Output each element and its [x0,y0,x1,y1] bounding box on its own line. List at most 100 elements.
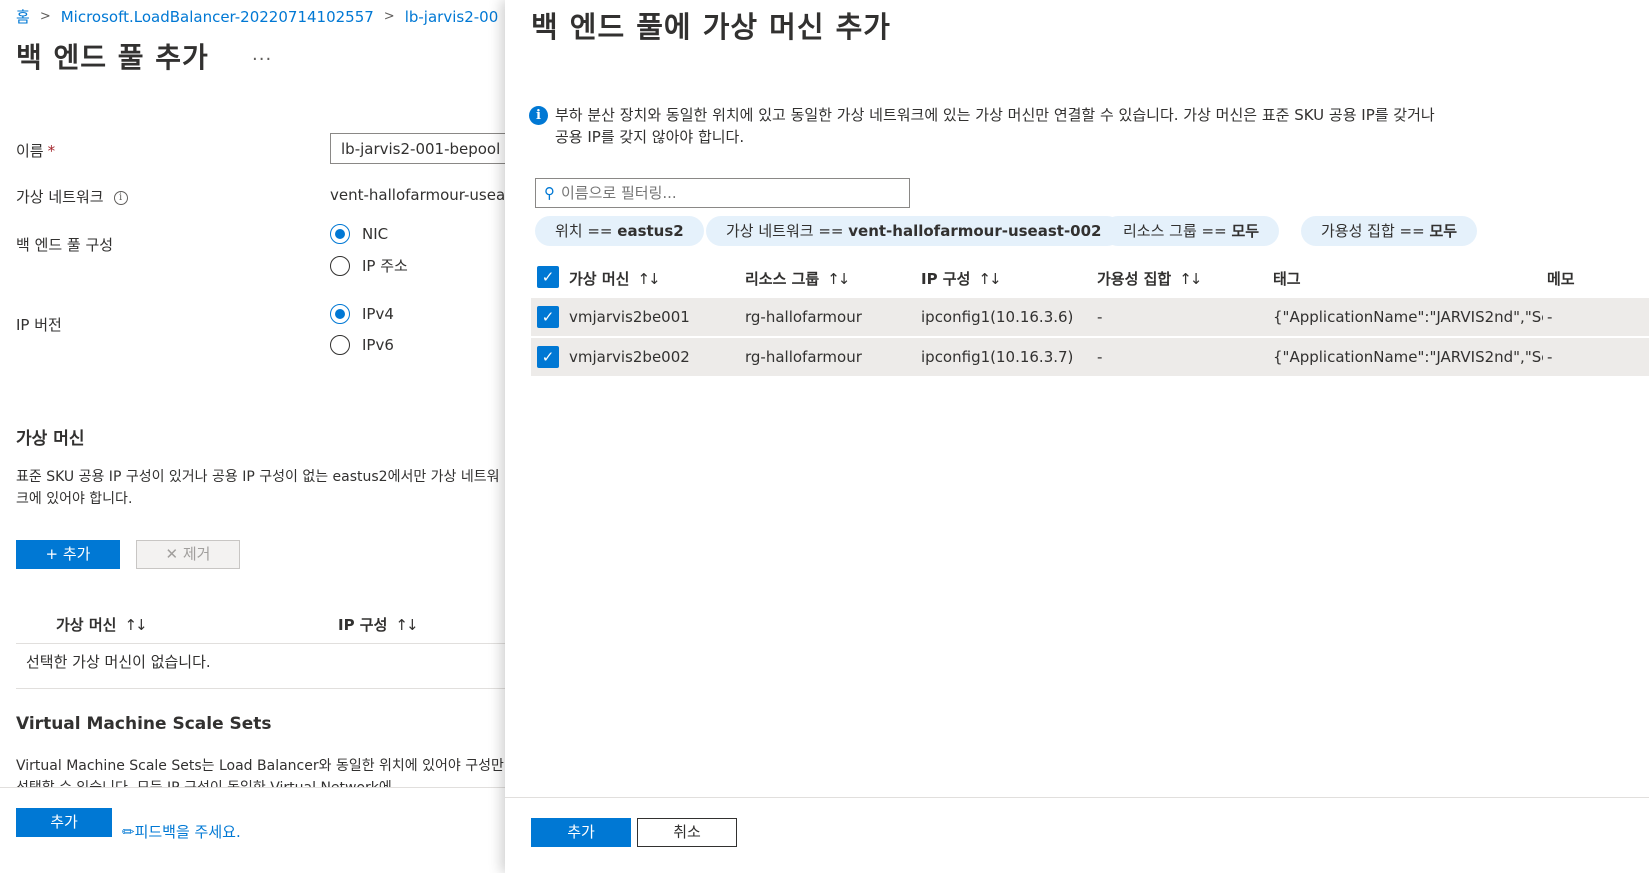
name-input[interactable] [330,133,505,164]
sort-icon[interactable]: ↑↓ [395,616,418,634]
column-header-memo[interactable]: 메모 [1547,268,1575,289]
cell-tags: {"ApplicationName":"JARVIS2nd","Se... [1273,308,1543,326]
vmss-section-title: Virtual Machine Scale Sets [16,714,272,734]
radio-ipv6-label: IPv6 [362,336,394,354]
radio-nic-label: NIC [362,225,389,243]
vnet-label-text: 가상 네트워크 [16,188,104,206]
table-row[interactable]: ✓ vmjarvis2be001 rg-hallofarmour ipconfi… [531,298,1649,336]
info-icon[interactable]: i [113,190,128,205]
column-header-vm[interactable]: 가상 머신 ↑↓ [56,614,148,635]
sort-icon[interactable]: ↑↓ [124,616,147,634]
cell-vm: vmjarvis2be002 [569,348,690,366]
cell-vm: vmjarvis2be001 [569,308,690,326]
filter-pill-vnet[interactable]: 가상 네트워크 == vent-hallofarmour-useast-002 [706,216,1122,246]
radio-button-checked[interactable] [330,304,350,324]
cell-ip-config: ipconfig1(10.16.3.6) [921,308,1074,326]
required-mark: * [47,142,56,160]
filter-by-name-input[interactable] [561,184,891,202]
name-label-text: 이름 [16,142,44,160]
column-header-vm-text: 가상 머신 [56,616,117,634]
column-header-ip-text: IP 구성 [338,616,388,634]
pill-key: 위치 == [555,222,618,240]
filter-pill-location[interactable]: 위치 == eastus2 [535,216,704,246]
pill-value: 모두 [1231,222,1260,240]
vm-section-title: 가상 머신 [16,429,85,449]
more-options-icon[interactable]: ... [252,44,272,65]
radio-button[interactable] [330,255,350,276]
chevron-right-icon: > [39,9,51,24]
cell-ip-config: ipconfig1(10.16.3.7) [921,348,1074,366]
ip-version-label: IP 버전 [16,316,62,334]
column-header-rg-text: 리소스 그룹 [745,270,820,288]
radio-ipv4[interactable]: IPv4 [330,304,394,324]
footer-add-button[interactable]: 추가 [16,808,112,837]
radio-button[interactable] [330,335,350,355]
pill-key: 리소스 그룹 == [1123,222,1232,240]
feedback-link[interactable]: ✏피드백을 주세요. [122,821,241,842]
cell-memo: - [1547,348,1553,366]
select-all-checkbox[interactable]: ✓ [537,266,559,288]
filter-pill-availability-set[interactable]: 가용성 집합 == 모두 [1301,216,1478,246]
radio-nic[interactable]: NIC [330,224,388,244]
panel-cancel-button[interactable]: 취소 [637,818,737,847]
cell-resource-group: rg-hallofarmour [745,348,862,366]
vmss-section-description: Virtual Machine Scale Sets는 Load Balance… [16,758,504,787]
breadcrumb-loadbalancer[interactable]: Microsoft.LoadBalancer-20220714102557 [61,8,374,26]
grid-header: ✓ 가상 머신 ↑↓ 리소스 그룹 ↑↓ IP 구성 ↑↓ 가용성 집합 ↑↓ 태그 메… [531,258,1649,296]
cell-memo: - [1547,308,1553,326]
footer-divider [505,797,1649,798]
add-vm-button[interactable]: + 추가 [16,540,120,569]
column-header-avset-text: 가용성 집합 [1097,270,1172,288]
row-checkbox[interactable]: ✓ [537,306,559,328]
search-icon: ⚲ [544,184,555,202]
footer-divider [0,787,505,788]
radio-ip-address[interactable]: IP 주소 [330,255,408,276]
filter-pill-resource-group[interactable]: 리소스 그룹 == 모두 [1103,216,1280,246]
column-header-availability-set[interactable]: 가용성 집합 ↑↓ [1097,268,1202,289]
cell-availability-set: - [1097,348,1103,366]
feedback-icon: ✏ [122,823,135,841]
page-title: 백 엔드 풀 추가 [16,41,209,74]
column-header-vm[interactable]: 가상 머신 ↑↓ [569,268,661,289]
empty-vm-message: 선택한 가상 머신이 없습니다. [26,653,211,671]
cell-tags: {"ApplicationName":"JARVIS2nd","Se... [1273,348,1543,366]
breadcrumb-lb[interactable]: lb-jarvis2-00 [405,8,499,26]
column-header-vm-text: 가상 머신 [569,270,630,288]
divider [16,688,505,689]
column-header-ip[interactable]: IP 구성 ↑↓ [338,614,419,635]
sort-icon[interactable]: ↑↓ [637,270,660,288]
radio-ipv6[interactable]: IPv6 [330,335,394,355]
filter-by-name-box[interactable]: ⚲ [535,178,910,208]
add-backend-pool-blade: 홈 > Microsoft.LoadBalancer-2022071410255… [0,0,505,873]
pill-key: 가상 네트워크 == [726,222,849,240]
remove-vm-button[interactable]: ✕ 제거 [136,540,240,569]
radio-ipv4-label: IPv4 [362,305,394,323]
add-vm-panel: 백 엔드 풀에 가상 머신 추가 i 부하 분산 장치와 동일한 위치에 있고 … [505,0,1649,873]
pill-key: 가용성 집합 == [1321,222,1430,240]
backend-pool-config-label: 백 엔드 풀 구성 [16,236,114,254]
cell-resource-group: rg-hallofarmour [745,308,862,326]
sort-icon[interactable]: ↑↓ [827,270,850,288]
breadcrumb-home[interactable]: 홈 [16,6,30,27]
cell-availability-set: - [1097,308,1103,326]
divider [16,643,505,644]
info-icon: i [529,106,548,125]
sort-icon[interactable]: ↑↓ [1179,270,1202,288]
radio-button-checked[interactable] [330,224,350,244]
radio-ip-label: IP 주소 [362,257,408,275]
sort-icon[interactable]: ↑↓ [978,270,1001,288]
row-checkbox[interactable]: ✓ [537,346,559,368]
pill-value: 모두 [1429,222,1458,240]
vnet-label: 가상 네트워크 i [16,186,128,207]
vnet-value: vent-hallofarmour-useas [330,186,505,204]
column-header-tags[interactable]: 태그 [1273,268,1301,289]
info-message: 부하 분산 장치와 동일한 위치에 있고 동일한 가상 네트워크에 있는 가상 … [555,106,1435,146]
table-row[interactable]: ✓ vmjarvis2be002 rg-hallofarmour ipconfi… [531,338,1649,376]
panel-add-button[interactable]: 추가 [531,818,631,847]
pill-value: vent-hallofarmour-useast-002 [848,222,1102,240]
chevron-right-icon: > [383,9,395,24]
column-header-ip-text: IP 구성 [921,270,971,288]
column-header-resource-group[interactable]: 리소스 그룹 ↑↓ [745,268,850,289]
column-header-ip-config[interactable]: IP 구성 ↑↓ [921,268,1002,289]
vm-section-description: 표준 SKU 공용 IP 구성이 있거나 공용 IP 구성이 없는 eastus… [16,469,500,507]
